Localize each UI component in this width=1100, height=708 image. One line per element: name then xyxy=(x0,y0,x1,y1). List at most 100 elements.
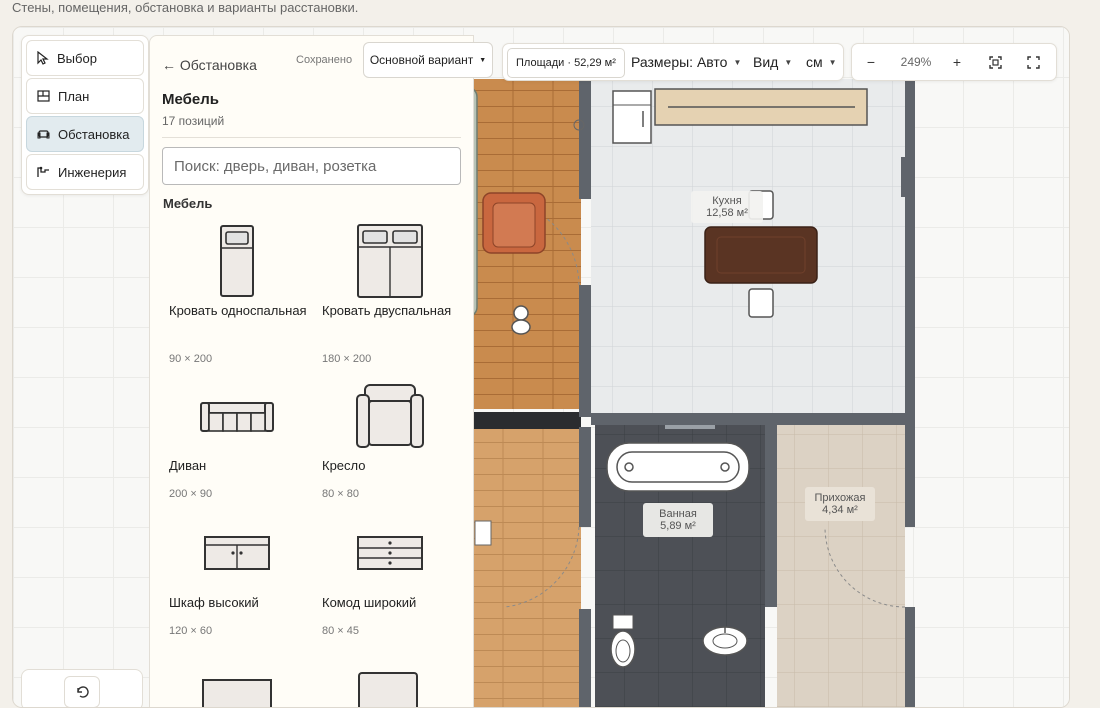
wall xyxy=(579,427,591,527)
panel-title: Мебель xyxy=(162,91,219,108)
mode-toolbar: Выбор План Обстановка Инженерия xyxy=(21,35,149,195)
double-bed-icon xyxy=(315,221,465,301)
view-label: Вид xyxy=(753,54,779,70)
sofa-icon xyxy=(162,376,312,456)
fit-to-screen-button[interactable] xyxy=(980,44,1010,80)
wall xyxy=(579,285,591,417)
catalog-item-armchair[interactable]: Кресло 80 × 80 xyxy=(315,376,465,511)
zoom-out-button[interactable]: − xyxy=(856,44,886,80)
view-toolbar: Площади · 52,29 м² Размеры: Авто ▼ Вид ▼ с… xyxy=(502,43,844,81)
item-name: Кресло xyxy=(322,458,366,473)
item-name: Комод широкий xyxy=(322,595,417,610)
fridge-on-plan xyxy=(612,90,652,144)
chair-on-plan xyxy=(748,288,774,318)
item-size: 80 × 80 xyxy=(322,488,360,500)
engineering-icon xyxy=(37,166,49,177)
history-toolbar xyxy=(21,669,143,707)
save-status: Сохранено xyxy=(296,54,353,66)
view-select[interactable]: Вид ▼ xyxy=(753,44,792,80)
fit-screen-icon xyxy=(988,55,1002,69)
room-name: Прихожая xyxy=(814,492,866,504)
undo-icon xyxy=(77,686,89,698)
zoom-toolbar: − 249% + xyxy=(851,43,1057,81)
zoom-in-button[interactable]: + xyxy=(942,44,972,80)
dimensions-label: Размеры: Авто xyxy=(631,54,728,70)
single-bed-icon xyxy=(162,221,312,301)
item-name: Кровать односпальная xyxy=(169,303,307,318)
tool-plan-button[interactable]: План xyxy=(26,78,144,114)
room-label-bathroom[interactable]: Ванная 5,89 м² xyxy=(643,503,713,537)
room-area: 4,34 м² xyxy=(822,504,858,516)
divider xyxy=(162,137,461,138)
catalog-item-chest[interactable]: Комод широкий 80 × 45 xyxy=(315,513,465,648)
item-size: 180 × 200 xyxy=(322,353,372,365)
tool-label: План xyxy=(58,88,90,104)
tool-furniture-button[interactable]: Обстановка xyxy=(26,116,144,152)
dimensions-select[interactable]: Размеры: Авто ▼ xyxy=(631,44,741,80)
tool-label: Выбор xyxy=(57,50,97,66)
kitchen-counter-on-plan xyxy=(654,88,868,126)
fullscreen-button[interactable] xyxy=(1018,44,1048,80)
item-name: Шкаф высокий xyxy=(169,595,259,610)
variant-select[interactable]: Основной вариант ▼ xyxy=(363,42,493,78)
catalog-item-sofa[interactable]: Диван 200 × 90 xyxy=(162,376,312,511)
editor-app: Кухня 12,58 м² Ванная 5,89 м² Прихожая 4… xyxy=(12,26,1070,708)
item-name: Кровать двуспальная xyxy=(322,303,452,318)
plan-icon xyxy=(37,90,50,102)
item-size: 90 × 200 xyxy=(169,353,213,365)
toilet-on-plan xyxy=(610,614,636,668)
tool-label: Инженерия xyxy=(58,164,127,180)
item-name: Диван xyxy=(169,458,207,473)
cursor-icon xyxy=(37,51,49,65)
item-size: 80 × 45 xyxy=(322,625,360,637)
chevron-down-icon: ▼ xyxy=(828,57,837,67)
units-label: см xyxy=(806,54,823,70)
tool-label: Обстановка xyxy=(58,126,130,142)
furniture-panel: ← Обстановка Сохранено Мебель 17 позиций… xyxy=(149,35,474,707)
catalog-item-partial[interactable] xyxy=(358,672,418,707)
variant-label: Основной вариант xyxy=(369,53,474,67)
room-area: 5,89 м² xyxy=(660,520,696,532)
catalog-item-wardrobe[interactable]: Шкаф высокий 120 × 60 xyxy=(162,513,312,648)
item-size: 200 × 90 xyxy=(169,488,213,500)
dining-table-on-plan xyxy=(704,226,818,284)
back-link[interactable]: ← Обстановка xyxy=(162,57,257,73)
search-input[interactable] xyxy=(162,147,461,185)
chevron-down-icon: ▼ xyxy=(479,56,487,64)
chevron-down-icon: ▼ xyxy=(784,57,793,67)
zoom-level: 249% xyxy=(900,55,932,69)
furniture-icon xyxy=(37,130,50,139)
wall xyxy=(591,413,909,425)
catalog-item-single-bed[interactable]: Кровать односпальная 90 × 200 xyxy=(162,221,312,365)
catalog-item-double-bed[interactable]: Кровать двуспальная 180 × 200 xyxy=(315,221,465,365)
units-select[interactable]: см ▼ xyxy=(806,44,837,80)
room-name: Ванная xyxy=(659,508,697,520)
armchair-on-plan xyxy=(482,192,546,254)
room-label-kitchen[interactable]: Кухня 12,58 м² xyxy=(691,191,763,223)
wall xyxy=(905,607,915,707)
wardrobe-icon xyxy=(162,513,312,593)
room-area: 12,58 м² xyxy=(706,207,748,219)
undo-button[interactable] xyxy=(64,676,100,707)
item-count: 17 позиций xyxy=(162,114,225,128)
tool-select-button[interactable]: Выбор xyxy=(26,40,144,76)
item-size: 120 × 60 xyxy=(169,625,213,637)
wall xyxy=(905,79,915,527)
wall xyxy=(765,425,777,607)
room-name: Кухня xyxy=(712,195,742,207)
nightstand-on-plan xyxy=(474,520,492,546)
fullscreen-icon xyxy=(1026,55,1040,69)
room-hall-floor xyxy=(777,425,905,707)
wall xyxy=(579,609,591,707)
catalog-item-partial[interactable] xyxy=(202,679,272,707)
room-label-hall[interactable]: Прихожая 4,34 м² xyxy=(805,487,875,521)
bathtub-on-plan xyxy=(606,442,750,492)
section-title: Мебель xyxy=(163,196,213,211)
tool-engineering-button[interactable]: Инженерия xyxy=(26,154,144,190)
area-toggle[interactable]: Площади · 52,29 м² xyxy=(507,48,625,78)
wall xyxy=(579,79,591,199)
sink-on-plan xyxy=(702,626,748,656)
armchair-icon xyxy=(315,376,465,456)
chevron-down-icon: ▼ xyxy=(733,57,742,67)
chest-of-drawers-icon xyxy=(315,513,465,593)
